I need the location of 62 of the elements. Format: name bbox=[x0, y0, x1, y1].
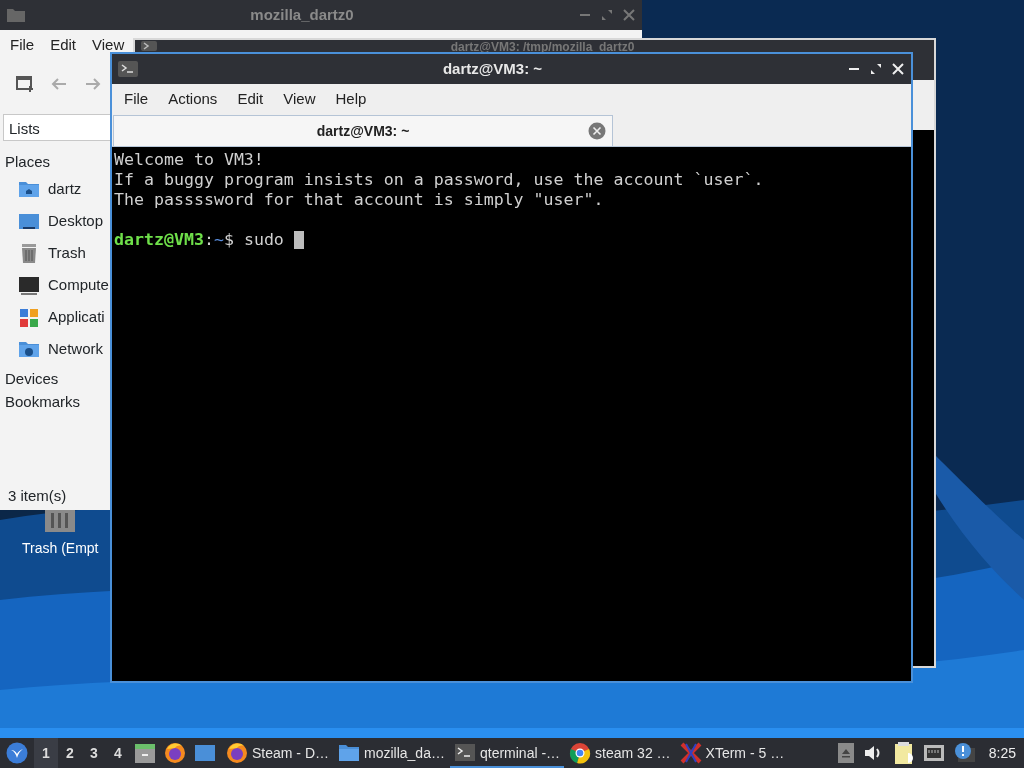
clock[interactable]: 8:25 bbox=[988, 742, 1016, 764]
file-cabinet-icon[interactable] bbox=[134, 742, 156, 764]
browser-icon[interactable] bbox=[164, 742, 186, 764]
sidebar-item[interactable]: Compute bbox=[0, 269, 111, 301]
taskbar-task[interactable]: XTerm - 5 … bbox=[675, 738, 789, 768]
taskbar-task[interactable]: steam 32 … bbox=[565, 738, 675, 768]
menu-item[interactable]: View bbox=[84, 33, 133, 57]
window-title: dartz@VM3: /tmp/mozilla_dartz0 bbox=[449, 41, 636, 53]
menu-item[interactable]: File bbox=[2, 33, 43, 57]
workspace-button[interactable]: 1 bbox=[34, 738, 58, 768]
sidebar-item[interactable]: Desktop bbox=[0, 205, 111, 237]
menu-item[interactable]: Edit bbox=[42, 33, 85, 57]
terminal-icon bbox=[453, 742, 476, 764]
taskbar-task[interactable]: Steam - D… bbox=[222, 738, 333, 768]
desktop-icon-label[interactable]: Trash (Empt bbox=[22, 538, 99, 559]
terminal-icon bbox=[118, 61, 138, 77]
menu-item[interactable]: File bbox=[114, 87, 159, 111]
browser-icon bbox=[226, 742, 248, 764]
text-cursor bbox=[293, 231, 304, 249]
sidebar-section-header[interactable]: Bookmarks bbox=[0, 390, 111, 413]
sidebar-item[interactable]: dartz bbox=[0, 173, 111, 205]
menu-item[interactable]: Edit bbox=[227, 87, 274, 111]
folder-icon bbox=[6, 7, 26, 23]
workspace-button[interactable]: 3 bbox=[82, 738, 106, 768]
window-title: dartz@VM3: ~ bbox=[441, 58, 544, 79]
terminal-text-line: Welcome to VM3! bbox=[114, 150, 265, 170]
status-text: 3 item(s) bbox=[7, 486, 68, 506]
clipboard-icon[interactable] bbox=[893, 741, 914, 765]
workspace-button[interactable]: 2 bbox=[58, 738, 82, 768]
terminal-text-line: If a buggy program insists on a password, use the account `user`. bbox=[114, 170, 765, 190]
notification-icon[interactable] bbox=[953, 742, 976, 764]
sidebar-item[interactable]: Network bbox=[0, 333, 111, 365]
prompt-line: dartz@VM3:~$ sudo bbox=[114, 230, 284, 250]
eject-icon[interactable] bbox=[837, 743, 854, 763]
tab-label: dartz@VM3: ~ bbox=[316, 121, 410, 141]
sidebar-item[interactable]: Applicati bbox=[0, 301, 111, 333]
new-window-icon[interactable] bbox=[16, 75, 34, 93]
network-icon[interactable] bbox=[922, 743, 945, 763]
x-logo-icon bbox=[679, 742, 702, 764]
sidebar-section-header[interactable]: Devices bbox=[0, 367, 111, 390]
folder-icon bbox=[338, 742, 360, 764]
taskbar-task[interactable]: qterminal -… bbox=[449, 738, 565, 768]
terminal-icon bbox=[141, 41, 157, 51]
desktop-icon[interactable] bbox=[194, 742, 216, 764]
close-tab-icon[interactable] bbox=[588, 122, 606, 140]
sidebar-section-header[interactable]: Places bbox=[0, 150, 111, 173]
applications-icon bbox=[18, 306, 40, 328]
terminal-tab[interactable]: dartz@VM3: ~ bbox=[113, 115, 613, 146]
menu-item[interactable]: View bbox=[273, 87, 326, 111]
computer-icon bbox=[18, 274, 40, 296]
maximize-icon[interactable] bbox=[869, 62, 883, 76]
start-menu-icon[interactable] bbox=[6, 742, 28, 764]
window-title: mozilla_dartz0 bbox=[249, 4, 355, 25]
browser-icon bbox=[569, 742, 592, 764]
menu-item[interactable]: Help bbox=[325, 87, 377, 111]
view-selector[interactable]: Lists bbox=[3, 114, 111, 141]
terminal-text-line: The passssword for that account is simply "user". bbox=[114, 190, 605, 210]
taskbar-task[interactable]: mozilla_da… bbox=[334, 738, 449, 768]
trash-icon[interactable] bbox=[44, 510, 77, 532]
menu-item[interactable]: Actions bbox=[158, 87, 228, 111]
workspace-button[interactable]: 4 bbox=[106, 738, 130, 768]
sidebar-item[interactable]: Trash bbox=[0, 237, 111, 269]
